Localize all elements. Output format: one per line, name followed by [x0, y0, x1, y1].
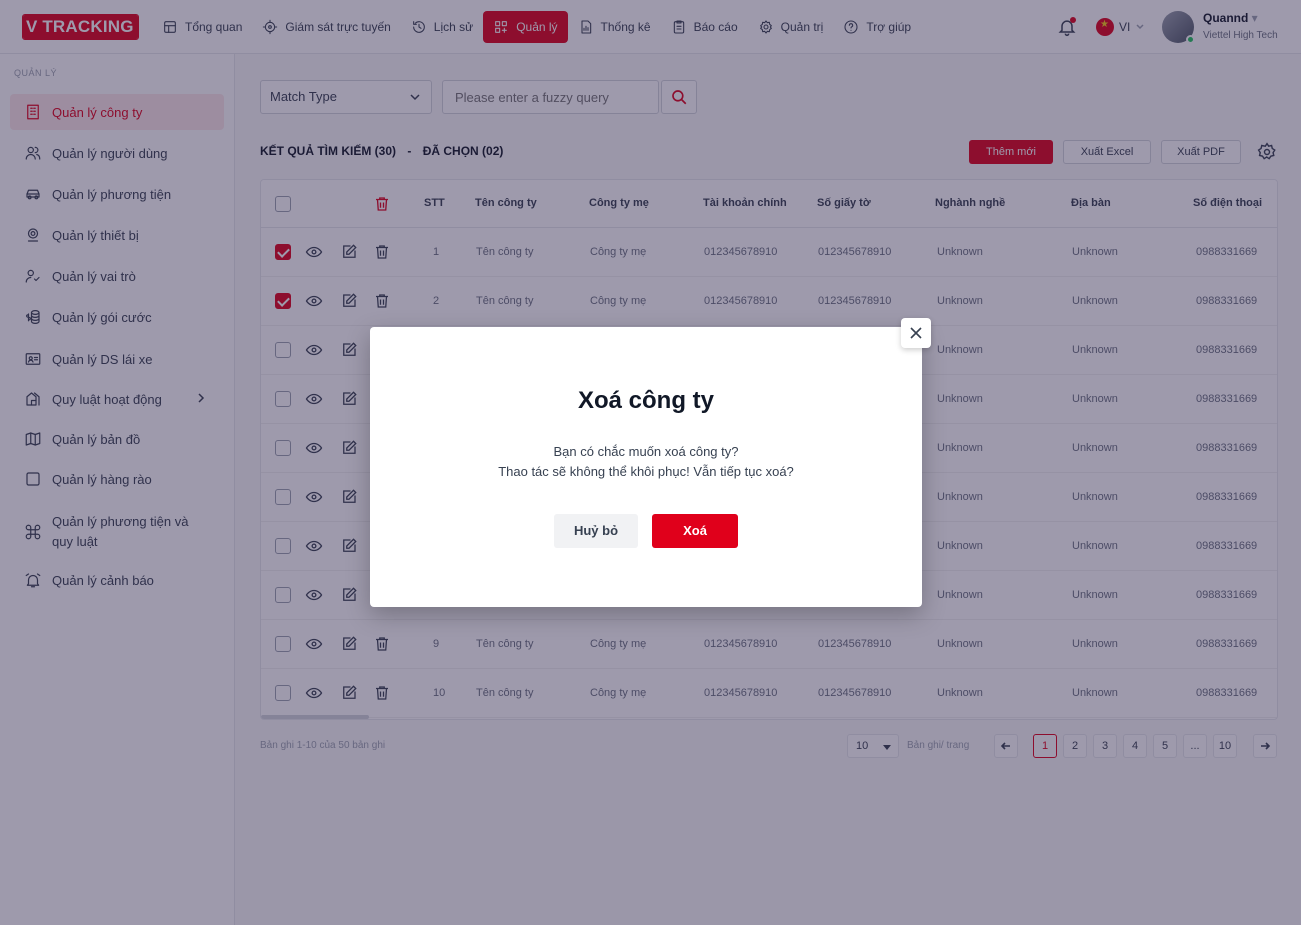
- close-icon: [910, 327, 922, 339]
- dialog-message-line-2: Thao tác sẽ không thể khôi phục! Vẫn tiế…: [498, 464, 794, 479]
- delete-company-dialog: Xoá công ty Bạn có chắc muốn xoá công ty…: [370, 327, 922, 607]
- confirm-delete-button[interactable]: Xoá: [652, 514, 738, 548]
- close-dialog-button[interactable]: [901, 318, 931, 348]
- dialog-message-line-1: Bạn có chắc muốn xoá công ty?: [553, 444, 739, 459]
- dialog-title: Xoá công ty: [577, 387, 715, 414]
- cancel-button[interactable]: Huỷ bỏ: [554, 514, 638, 548]
